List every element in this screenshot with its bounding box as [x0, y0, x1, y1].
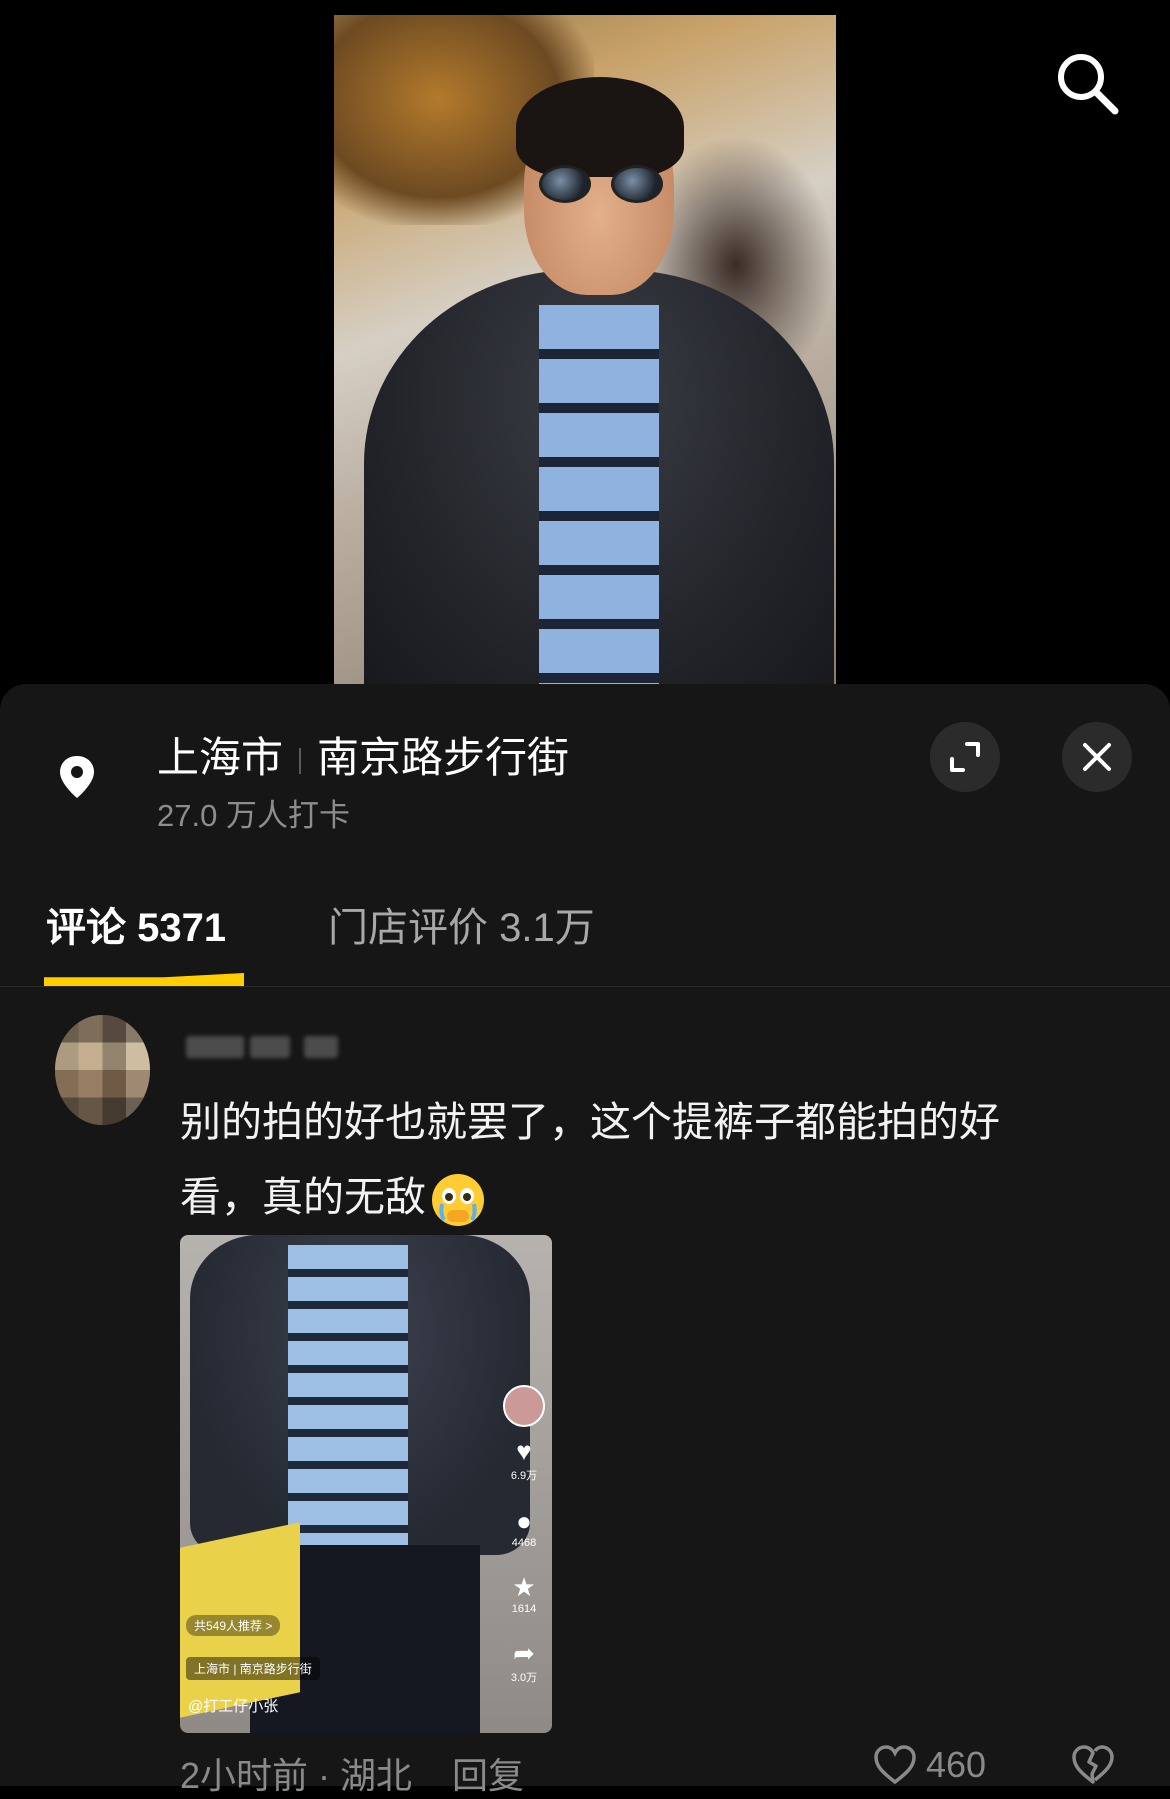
comment-bubble-icon: ●	[516, 1506, 532, 1536]
username-redacted[interactable]	[186, 1028, 346, 1062]
thumb-recommend-badge: 共549人推荐 >	[186, 1615, 281, 1636]
thumb-author-avatar	[503, 1385, 545, 1427]
tab-reviews-label: 门店评价	[328, 906, 488, 950]
tab-bar: 评论 5371 门店评价 3.1万	[0, 895, 1170, 985]
video-frame[interactable]	[334, 15, 836, 685]
tab-comments-label: 评论	[46, 906, 126, 950]
comment-sheet	[0, 684, 1170, 1786]
heart-icon: ♥	[516, 1436, 532, 1466]
thumb-share-count: 3.0万	[510, 1672, 538, 1684]
close-icon	[1083, 743, 1111, 771]
expand-icon	[950, 742, 980, 772]
tab-reviews-count: 3.1万	[499, 906, 595, 950]
search-icon[interactable]	[1052, 48, 1122, 118]
video-person-hair	[516, 77, 684, 177]
comment-video-thumbnail[interactable]: ♥ 6.9万 ● 4468 ★ 1614 ➦ 3.0万 共549人推荐 > 上海…	[180, 1235, 552, 1733]
tab-store-reviews[interactable]: 门店评价 3.1万	[328, 895, 595, 953]
tab-comments-count: 5371	[137, 906, 227, 950]
like-button[interactable]: 460	[872, 1744, 986, 1786]
thumb-username: @打工仔小张	[188, 1698, 279, 1715]
comment-time-location: 2小时前 · 湖北	[180, 1755, 413, 1796]
dislike-button[interactable]	[1070, 1744, 1116, 1791]
comment-body: 别的拍的好也就罢了，这个提裤子都能拍的好看，真的无敌	[180, 1099, 1000, 1220]
tab-comments[interactable]: 评论 5371	[46, 895, 226, 953]
location-place: 南京路步行街	[317, 734, 570, 781]
expand-button[interactable]	[930, 722, 1000, 792]
star-icon: ★	[512, 1572, 536, 1602]
thumb-comment-count: 4468	[511, 1537, 537, 1549]
comment-text: 别的拍的好也就罢了，这个提裤子都能拍的好看，真的无敌	[180, 1085, 1080, 1235]
thumb-action-column: ♥ 6.9万 ● 4468 ★ 1614 ➦ 3.0万	[502, 1385, 546, 1699]
close-button[interactable]	[1062, 722, 1132, 792]
tab-divider	[0, 986, 1170, 987]
like-count: 460	[926, 1744, 987, 1785]
thumb-shirt	[288, 1245, 408, 1545]
checkin-count: 27.0 万人打卡	[157, 798, 350, 833]
video-person-shirt	[539, 305, 659, 685]
thumb-favorite-count: 1614	[511, 1603, 537, 1615]
reply-button[interactable]: 回复	[452, 1755, 524, 1796]
avatar[interactable]	[55, 1015, 150, 1125]
video-player[interactable]	[0, 0, 1170, 690]
comment-meta: 2小时前 · 湖北 回复	[180, 1747, 524, 1799]
location-city: 上海市	[157, 734, 284, 781]
share-arrow-icon: ➦	[513, 1638, 535, 1668]
thumb-like-count: 6.9万	[510, 1470, 538, 1482]
heart-outline-icon	[874, 1745, 916, 1785]
location-title[interactable]: 上海市 南京路步行街	[157, 724, 569, 785]
video-person-sunglasses	[539, 165, 663, 205]
broken-heart-icon	[1072, 1745, 1114, 1784]
crying-face-emoji	[430, 1172, 486, 1228]
title-separator	[299, 747, 302, 774]
location-pin-icon	[52, 752, 102, 802]
thumb-location-tag: 上海市 | 南京路步行街	[186, 1657, 320, 1680]
